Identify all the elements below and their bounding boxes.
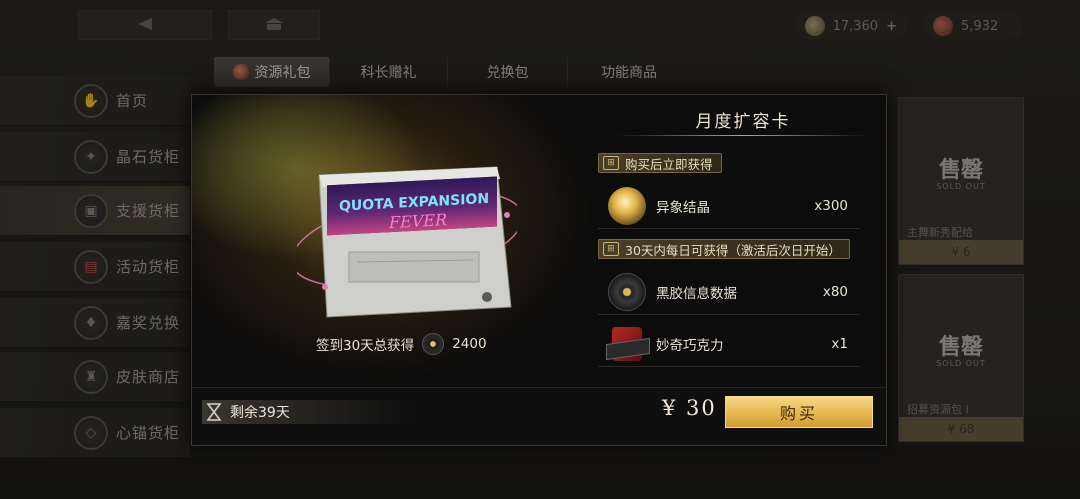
back-arrow-icon bbox=[136, 16, 154, 35]
remaining-days: 剩余39天 bbox=[202, 400, 412, 424]
home-icon bbox=[264, 16, 284, 35]
outfit-icon: ♜ bbox=[74, 359, 108, 394]
cartridge-title-line2: FEVER bbox=[388, 210, 447, 232]
purchase-modal: QUOTA EXPANSION FEVER 签到30天总获得 2400 月度扩容… bbox=[191, 94, 887, 446]
game-cartridge-image: QUOTA EXPANSION FEVER bbox=[297, 166, 517, 318]
product-name: 主舞新秀配给 bbox=[907, 226, 973, 239]
buy-button[interactable]: 购买 bbox=[725, 396, 873, 428]
vinyl-record-icon bbox=[422, 333, 445, 355]
price-label: ¥ 30 bbox=[662, 396, 717, 420]
checkin-amount: 2400 bbox=[452, 336, 487, 352]
modal-footer: 剩余39天 ¥ 30 购买 bbox=[192, 387, 886, 445]
reward-row: 妙奇巧克力 x1 bbox=[598, 321, 860, 367]
tab-label: 功能商品 bbox=[601, 65, 657, 81]
product-price: ¥ 6 bbox=[899, 240, 1023, 264]
sidebar-item-label: 首页 bbox=[116, 92, 149, 110]
cart-icon: ⊞ bbox=[603, 156, 619, 170]
reward-quantity: x300 bbox=[814, 197, 848, 214]
reward-name: 妙奇巧克力 bbox=[656, 337, 724, 354]
checkin-total: 签到30天总获得 2400 bbox=[316, 333, 487, 355]
supply-box-icon: ▣ bbox=[74, 193, 108, 228]
sidebar-item-crystal-shop[interactable]: ✦ 晶石货柜 bbox=[0, 132, 190, 182]
sidebar-item-label: 支援货柜 bbox=[116, 202, 181, 220]
sidebar-item-home[interactable]: ✋ 首页 bbox=[0, 76, 190, 126]
reward-quantity: x1 bbox=[831, 335, 848, 352]
diamond-currency-value: 17,360 bbox=[832, 18, 879, 34]
sidebar-item-skin-shop[interactable]: ♜ 皮肤商店 bbox=[0, 352, 190, 402]
sidebar-item-supply-shop[interactable]: ▣ 支援货柜 bbox=[0, 186, 190, 236]
top-bar: 17,360 + 5,932 bbox=[0, 0, 1080, 52]
tab-exchange-pack[interactable]: 兑换包 bbox=[448, 57, 568, 87]
tab-chief-gift[interactable]: 科长赠礼 bbox=[330, 57, 448, 87]
checkin-text: 签到30天总获得 bbox=[316, 338, 415, 354]
sidebar-item-label: 活动货柜 bbox=[116, 258, 181, 276]
crystal-orb-icon[interactable] bbox=[608, 186, 646, 225]
soldout-stamp: 售罄 bbox=[938, 334, 983, 360]
event-ticket-icon: ▤ bbox=[74, 249, 108, 284]
cart-icon: ⊞ bbox=[603, 242, 619, 256]
shop-tabs: 资源礼包 科长赠礼 兑换包 功能商品 bbox=[214, 57, 690, 87]
sidebar-item-label: 嘉奖兑换 bbox=[116, 314, 181, 332]
tab-function-items[interactable]: 功能商品 bbox=[568, 57, 690, 87]
tab-label: 兑换包 bbox=[486, 65, 529, 81]
crystal-currency-icon bbox=[933, 16, 953, 36]
remaining-days-text: 剩余39天 bbox=[230, 405, 290, 421]
award-icon: ♦ bbox=[74, 305, 108, 340]
product-showcase: QUOTA EXPANSION FEVER 签到30天总获得 2400 bbox=[192, 95, 597, 385]
section-tag-label: 购买后立即获得 bbox=[625, 156, 713, 172]
sidebar-item-label: 心锚货柜 bbox=[116, 424, 181, 442]
add-currency-icon[interactable]: + bbox=[886, 19, 897, 34]
sidebar-item-heart-anchor-shop[interactable]: ◇ 心锚货柜 bbox=[0, 408, 190, 458]
product-card-soldout[interactable]: 售罄 SOLD OUT 主舞新秀配给 ¥ 6 bbox=[898, 97, 1024, 265]
crystal-icon: ✦ bbox=[74, 139, 108, 174]
reward-quantity: x80 bbox=[822, 283, 848, 300]
sidebar-item-award-exchange[interactable]: ♦ 嘉奖兑换 bbox=[0, 298, 190, 348]
reward-row: 异象结晶 x300 bbox=[598, 183, 860, 229]
crystal-currency-value: 5,932 bbox=[961, 18, 999, 34]
title-divider bbox=[617, 135, 869, 136]
reward-name: 异象结晶 bbox=[656, 199, 710, 216]
vinyl-record-icon[interactable] bbox=[608, 272, 646, 311]
section-tag-daily: ⊞ 30天内每日可获得（激活后次日开始） bbox=[598, 239, 850, 259]
product-price: ¥ 68 bbox=[899, 417, 1023, 441]
section-tag-label: 30天内每日可获得（激活后次日开始） bbox=[625, 242, 841, 258]
tab-label: 科长赠礼 bbox=[360, 65, 417, 81]
back-button[interactable] bbox=[78, 10, 212, 40]
shop-screen: 17,360 + 5,932 资源礼包 科长赠礼 兑换包 功能商品 ✋ 首页 ✦ bbox=[0, 0, 1080, 499]
section-tag-immediate: ⊞ 购买后立即获得 bbox=[598, 153, 722, 173]
crystal-currency-display[interactable]: 5,932 bbox=[923, 13, 1023, 39]
modal-title: 月度扩容卡 bbox=[695, 112, 791, 132]
tab-label: 资源礼包 bbox=[254, 65, 311, 81]
resource-pack-icon bbox=[232, 64, 249, 80]
chocolate-icon[interactable] bbox=[612, 326, 642, 361]
tab-resource-pack[interactable]: 资源礼包 bbox=[214, 57, 330, 87]
home-button[interactable] bbox=[228, 10, 320, 40]
sidebar-item-event-shop[interactable]: ▤ 活动货柜 bbox=[0, 242, 190, 292]
product-name: 招募资源包 I bbox=[907, 403, 969, 416]
home-shield-icon: ✋ bbox=[74, 83, 108, 118]
soldout-stamp-en: SOLD OUT bbox=[936, 182, 986, 191]
hourglass-icon bbox=[206, 403, 222, 421]
diamond-currency-display[interactable]: 17,360 + bbox=[795, 13, 907, 39]
product-card-soldout[interactable]: 售罄 SOLD OUT 招募资源包 I ¥ 68 bbox=[898, 274, 1024, 442]
heart-anchor-icon: ◇ bbox=[74, 415, 108, 450]
diamond-currency-icon bbox=[805, 16, 825, 36]
soldout-stamp: 售罄 bbox=[938, 157, 983, 183]
reward-name: 黑胶信息数据 bbox=[656, 285, 737, 302]
sidebar-item-label: 晶石货柜 bbox=[116, 148, 181, 166]
sidebar-item-label: 皮肤商店 bbox=[116, 368, 181, 386]
reward-row: 黑胶信息数据 x80 bbox=[598, 269, 860, 315]
soldout-stamp-en: SOLD OUT bbox=[936, 359, 986, 368]
